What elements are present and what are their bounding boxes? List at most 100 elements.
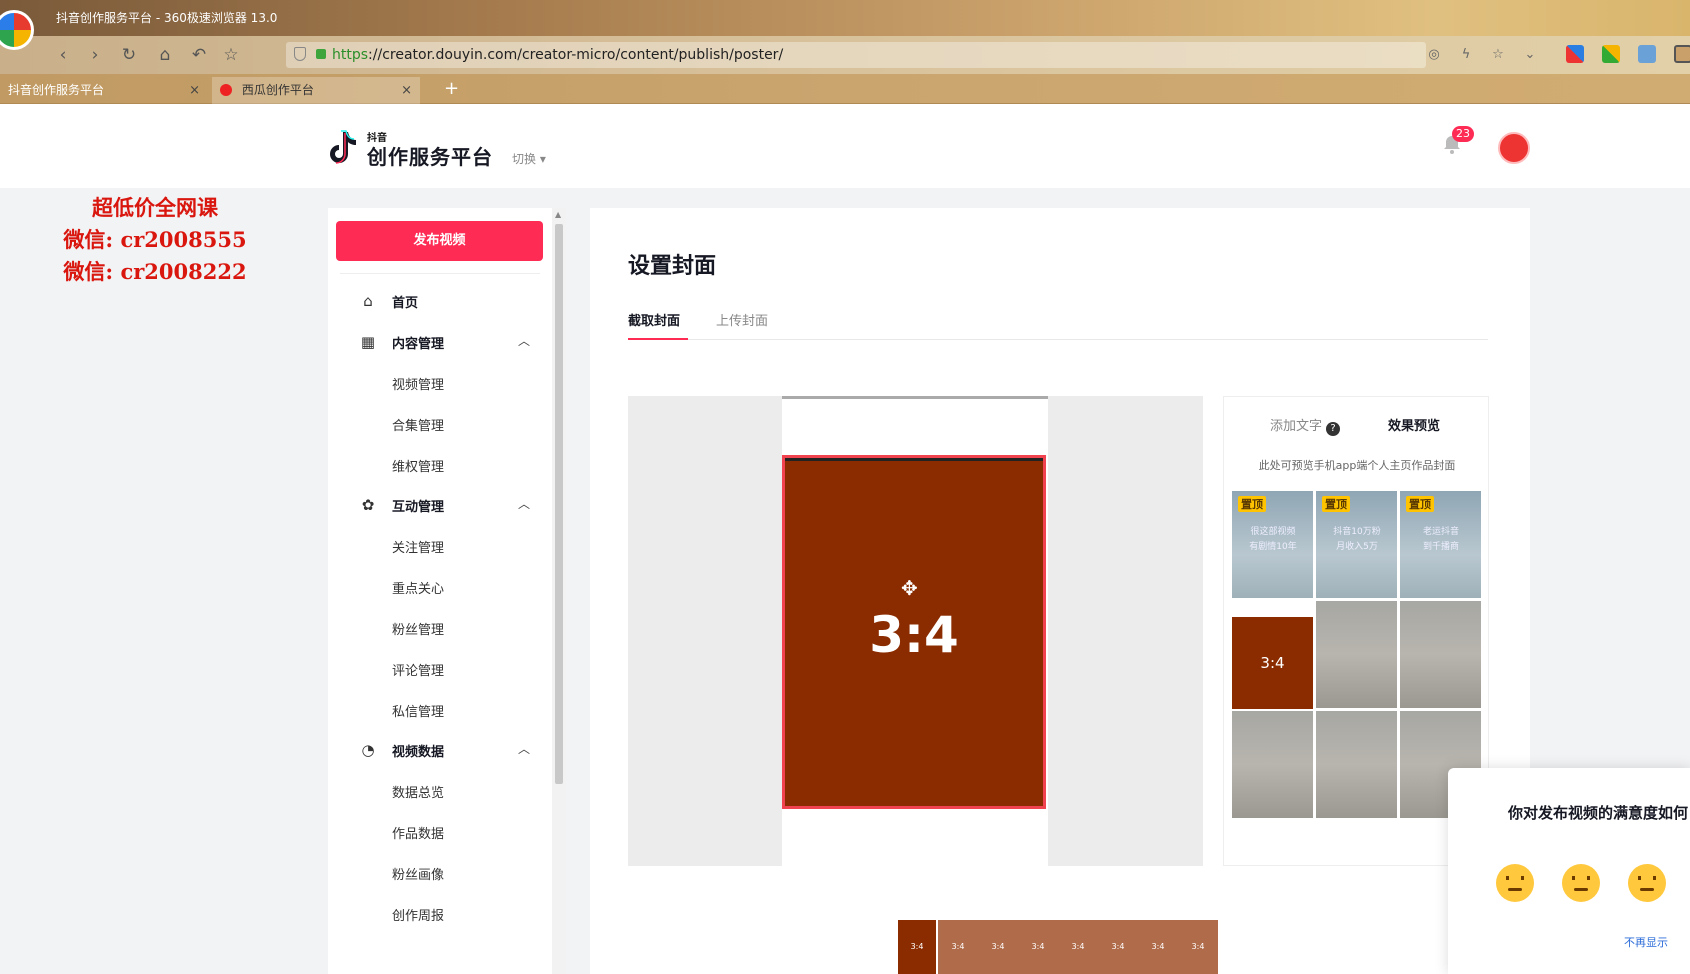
sidebar-subitem[interactable]: 创作周报 xyxy=(392,905,444,924)
lightning-icon[interactable]: ϟ xyxy=(1458,47,1474,63)
site-header: 抖音 创作服务平台 切换 ▾ 23 xyxy=(0,104,1690,188)
cover-tabs: 截取封面 上传封面 xyxy=(628,310,1488,340)
pinned-badge: 置顶 xyxy=(1406,496,1434,512)
sidebar-subitem[interactable]: 粉丝管理 xyxy=(392,619,444,638)
sidebar-subitem[interactable]: 作品数据 xyxy=(392,823,444,842)
dismiss-survey-link[interactable]: 不再显示 xyxy=(1624,934,1668,950)
chevron-up-icon: ︿ xyxy=(518,334,531,348)
home-icon: ⌂ xyxy=(363,292,373,310)
forward-icon[interactable]: › xyxy=(84,44,106,66)
close-icon[interactable]: × xyxy=(189,77,200,104)
promo-line: 微信: cr2008222 xyxy=(63,259,247,284)
sidebar-item-label: 首页 xyxy=(392,296,419,311)
survey-question: 你对发布视频的满意度如何 xyxy=(1508,804,1689,822)
platform-title: 创作服务平台 xyxy=(367,145,493,169)
lock-icon xyxy=(316,49,326,59)
chevron-up-icon: ︿ xyxy=(518,742,531,756)
undo-icon[interactable]: ↶ xyxy=(188,44,210,66)
grid-cover xyxy=(1400,601,1481,708)
grid-cover xyxy=(1232,711,1313,818)
grid-cover: 置顶 抖音10万粉 月收入5万 xyxy=(1316,491,1397,598)
back-icon[interactable]: ‹ xyxy=(52,44,74,66)
switch-dropdown[interactable]: 切换 ▾ xyxy=(512,150,546,167)
frame-thumbnail[interactable]: 3:4 xyxy=(1178,920,1218,974)
window-title: 抖音创作服务平台 - 360极速浏览器 13.0 xyxy=(56,11,278,25)
divider xyxy=(340,273,540,274)
tab-xigua[interactable]: 西瓜创作平台 × xyxy=(212,77,420,104)
neutral-emoji-icon[interactable] xyxy=(1628,864,1666,902)
preview-hint: 此处可预览手机app端个人主页作品封面 xyxy=(1258,459,1456,472)
chevron-down-icon[interactable]: ⌄ xyxy=(1522,47,1538,63)
promo-line: 超低价全网课 xyxy=(92,195,218,220)
add-text-label: 添加文字 xyxy=(1270,419,1323,434)
home-icon[interactable]: ⌂ xyxy=(154,44,176,66)
target-icon[interactable]: ◎ xyxy=(1426,47,1442,63)
apps-icon[interactable] xyxy=(1566,45,1584,63)
frame-thumbnail[interactable]: 3:4 xyxy=(1138,920,1178,974)
scrollbar-thumb[interactable] xyxy=(555,224,563,784)
reload-icon[interactable]: ↻ xyxy=(118,44,140,66)
cover-settings-panel: 设置封面 截取封面 上传封面 ✥ 3:4 添加文字? 效果预览 此处可预览手机a… xyxy=(590,208,1530,974)
publish-video-button[interactable]: 发布视频 xyxy=(336,221,543,261)
frame-thumbnail[interactable]: 3:4 xyxy=(938,920,978,974)
sidebar-subitem[interactable]: 合集管理 xyxy=(392,415,444,434)
notification-badge: 23 xyxy=(1452,126,1474,142)
sidebar-subitem[interactable]: 私信管理 xyxy=(392,701,444,720)
address-bar[interactable]: https://creator.douyin.com/creator-micro… xyxy=(286,42,1426,68)
preview-title: 效果预览 xyxy=(1388,419,1441,434)
frame-thumbnail[interactable]: 3:4 xyxy=(1018,920,1058,974)
page-title: 设置封面 xyxy=(628,254,717,279)
url-text: https://creator.douyin.com/creator-micro… xyxy=(332,47,784,63)
scroll-up-icon[interactable]: ▲ xyxy=(555,210,561,219)
sidebar-item-interact[interactable]: ✿ 互动管理 ︿ xyxy=(328,490,552,520)
sidebar-subitem[interactable]: 数据总览 xyxy=(392,782,444,801)
frame-thumbnail[interactable]: 3:4 xyxy=(1058,920,1098,974)
frame-thumbnail[interactable]: 3:4 xyxy=(898,920,938,974)
avatar[interactable] xyxy=(1498,132,1530,164)
menu-icon[interactable] xyxy=(1674,45,1690,63)
add-text-link[interactable]: 添加文字? xyxy=(1270,415,1341,436)
crop-canvas: ✥ 3:4 xyxy=(628,396,1203,866)
cover-caption: 很这部视频 有剧情10年 xyxy=(1249,527,1297,552)
interaction-icon: ✿ xyxy=(361,496,375,514)
pie-chart-icon: ◔ xyxy=(361,741,375,759)
browser-titlebar: 抖音创作服务平台 - 360极速浏览器 13.0 xyxy=(0,0,1690,36)
sidebar-subitem[interactable]: 视频管理 xyxy=(392,374,444,393)
sidebar-scrollbar[interactable]: ▲ xyxy=(552,208,566,974)
sidebar-subitem[interactable]: 重点关心 xyxy=(392,578,444,597)
star-icon[interactable]: ☆ xyxy=(220,44,242,66)
tab-label: 西瓜创作平台 xyxy=(241,83,314,97)
promo-line: 微信: cr2008555 xyxy=(63,227,247,252)
douyin-logo-icon[interactable] xyxy=(326,130,356,166)
sidebar-subitem[interactable]: 评论管理 xyxy=(392,660,444,679)
sidebar-item-video-data[interactable]: ◔ 视频数据 ︿ xyxy=(328,735,552,765)
crop-frame[interactable]: ✥ 3:4 xyxy=(782,455,1046,809)
sidebar-subitem[interactable]: 关注管理 xyxy=(392,537,444,556)
cover-caption: 老运抖音 到千播商 xyxy=(1422,527,1459,552)
sidebar-item-content[interactable]: ▦ 内容管理 ︿ xyxy=(328,327,552,357)
frame-thumbnail-strip[interactable]: 3:4 3:4 3:4 3:4 3:4 3:4 3:4 3:4 xyxy=(898,920,1218,974)
tab-capture-cover[interactable]: 截取封面 xyxy=(628,310,680,329)
pinned-badge: 置顶 xyxy=(1238,496,1266,512)
unsatisfied-emoji-icon[interactable] xyxy=(1562,864,1600,902)
tab-douyin[interactable]: 抖音创作服务平台 × xyxy=(0,77,208,104)
favorite-icon[interactable]: ☆ xyxy=(1490,47,1506,63)
tab-upload-cover[interactable]: 上传封面 xyxy=(716,310,768,329)
help-icon[interactable]: ? xyxy=(1326,422,1341,436)
grid-icon: ▦ xyxy=(360,333,376,351)
frame-thumbnail[interactable]: 3:4 xyxy=(978,920,1018,974)
sidebar-subitem[interactable]: 粉丝画像 xyxy=(392,864,444,883)
new-tab-button[interactable]: + xyxy=(444,78,459,99)
browser-navbar: ‹ › ↻ ⌂ ↶ ☆ https://creator.douyin.com/c… xyxy=(0,36,1690,74)
screenshot-icon[interactable] xyxy=(1638,45,1656,63)
sidebar-subitem[interactable]: 维权管理 xyxy=(392,456,444,475)
frame-thumbnail[interactable]: 3:4 xyxy=(1098,920,1138,974)
grid-cover: 置顶 很这部视频 有剧情10年 xyxy=(1232,491,1313,598)
tab-bar: 抖音创作服务平台 × 西瓜创作平台 × + xyxy=(0,74,1690,104)
very-unsatisfied-emoji-icon[interactable] xyxy=(1496,864,1534,902)
sidebar-item-home[interactable]: ⌂ 首页 xyxy=(328,286,552,316)
crop-frame-edge xyxy=(785,458,1043,461)
sidebar-item-label: 视频数据 xyxy=(392,745,445,760)
extension-icon[interactable] xyxy=(1602,45,1620,63)
close-icon[interactable]: × xyxy=(401,77,412,104)
